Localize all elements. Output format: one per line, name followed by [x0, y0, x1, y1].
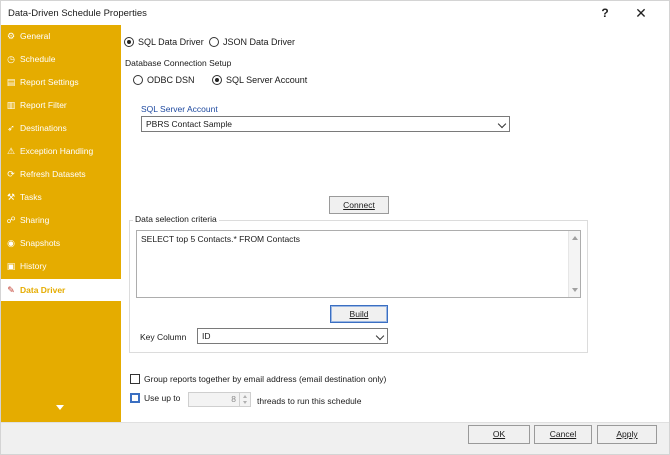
use-up-to-checkbox[interactable]: Use up to — [130, 393, 180, 403]
report-settings-icon: ▤ — [6, 76, 16, 87]
sql-server-account-radio[interactable]: SQL Server Account — [212, 75, 307, 85]
sidebar-item-snapshots[interactable]: ◉ Snapshots — [1, 232, 121, 254]
history-icon: ▣ — [6, 260, 16, 271]
threads-spinner[interactable]: 8 — [188, 392, 251, 407]
account-select-value: PBRS Contact Sample — [146, 119, 232, 129]
sidebar-item-label: Schedule — [20, 54, 56, 64]
cancel-button-label: Cancel — [549, 429, 577, 439]
refresh-icon: ⟳ — [7, 168, 15, 179]
chevron-down-icon — [497, 119, 507, 129]
sql-server-account-select[interactable]: PBRS Contact Sample — [141, 116, 510, 132]
destinations-icon: ➶ — [7, 122, 15, 133]
camera-icon: ◉ — [7, 237, 15, 248]
sql-data-driver-label: SQL Data Driver — [138, 37, 204, 47]
chevron-down-icon[interactable] — [56, 405, 64, 410]
spin-up-icon[interactable] — [243, 395, 247, 398]
sidebar-item-label: Tasks — [20, 192, 42, 202]
threads-value: 8 — [231, 394, 236, 404]
radio-dot — [124, 37, 134, 47]
properties-panel: SQL Data Driver JSON Data Driver Databas… — [121, 25, 669, 422]
window-title: Data-Driven Schedule Properties — [8, 8, 147, 19]
checkbox-box — [130, 374, 140, 384]
sidebar-item-label: Sharing — [20, 215, 50, 225]
data-selection-group-title: Data selection criteria — [133, 214, 219, 224]
filter-icon: ▥ — [6, 99, 16, 110]
connection-section-label: Database Connection Setup — [125, 58, 232, 68]
ok-button-label: OK — [492, 429, 506, 439]
json-data-driver-label: JSON Data Driver — [223, 37, 296, 47]
account-field-label: SQL Server Account — [141, 104, 218, 114]
ok-button[interactable]: OK — [468, 425, 530, 444]
chevron-down-icon — [375, 331, 385, 341]
sharing-icon: ☍ — [6, 214, 16, 225]
key-column-label: Key Column — [140, 332, 187, 342]
connect-button-label: Connect — [343, 200, 375, 210]
odbc-dsn-radio[interactable]: ODBC DSN — [133, 75, 195, 85]
gear-icon: ⚙ — [6, 30, 16, 41]
sidebar-item-tasks[interactable]: ⚒ Tasks — [1, 186, 121, 208]
connect-button[interactable]: Connect — [329, 196, 389, 214]
radio-dot — [133, 75, 143, 85]
spin-down-icon[interactable] — [243, 401, 247, 404]
odbc-dsn-label: ODBC DSN — [147, 75, 195, 85]
checkbox-box — [130, 393, 140, 403]
sidebar-item-label: General — [20, 31, 51, 41]
dialog-footer: OK Cancel Apply — [1, 422, 669, 454]
sidebar-item-refresh-datasets[interactable]: ⟳ Refresh Datasets — [1, 163, 121, 185]
sidebar-item-label: Data Driver — [20, 285, 66, 295]
sidebar-item-exception-handling[interactable]: ⚠ Exception Handling — [1, 140, 121, 162]
radio-dot — [212, 75, 222, 85]
key-column-value: ID — [202, 331, 211, 341]
query-scrollbar[interactable] — [568, 231, 580, 297]
threads-suffix-label: threads to run this schedule — [257, 396, 362, 406]
tasks-icon: ⚒ — [6, 191, 16, 202]
sidebar-item-general[interactable]: ⚙ General — [1, 25, 121, 47]
radio-dot — [209, 37, 219, 47]
sidebar-item-destinations[interactable]: ➶ Destinations — [1, 117, 121, 139]
data-driver-icon: ✎ — [7, 284, 15, 295]
sidebar-item-label: Exception Handling — [20, 146, 94, 156]
title-bar: Data-Driven Schedule Properties ? ✕ — [1, 1, 669, 25]
sidebar-item-data-driver[interactable]: ✎ Data Driver — [1, 279, 121, 301]
use-up-to-label: Use up to — [144, 393, 181, 403]
sidebar-item-label: Snapshots — [20, 238, 61, 248]
sidebar-item-history[interactable]: ▣ History — [1, 255, 121, 277]
cancel-button[interactable]: Cancel — [534, 425, 592, 444]
dialog-window: Data-Driven Schedule Properties ? ✕ ⚙ Ge… — [0, 0, 670, 455]
key-column-select[interactable]: ID — [197, 328, 388, 344]
build-button-label: Build — [349, 309, 369, 319]
query-text: SELECT top 5 Contacts.* FROM Contacts — [141, 234, 301, 244]
sidebar-item-label: Refresh Datasets — [20, 169, 86, 179]
group-reports-checkbox[interactable]: Group reports together by email address … — [130, 374, 386, 384]
warning-icon: ⚠ — [6, 145, 16, 156]
sidebar-item-label: Report Filter — [20, 100, 67, 110]
sidebar-item-report-filter[interactable]: ▥ Report Filter — [1, 94, 121, 116]
sidebar: ⚙ General ◷ Schedule ▤ Report Settings ▥… — [1, 25, 121, 422]
sql-data-driver-radio[interactable]: SQL Data Driver — [124, 37, 204, 47]
scroll-down-icon[interactable] — [572, 288, 578, 292]
close-button[interactable]: ✕ — [629, 3, 653, 23]
sidebar-item-label: Report Settings — [20, 77, 79, 87]
json-data-driver-radio[interactable]: JSON Data Driver — [209, 37, 295, 47]
query-textarea[interactable]: SELECT top 5 Contacts.* FROM Contacts — [136, 230, 581, 298]
apply-button[interactable]: Apply — [597, 425, 657, 444]
clock-icon: ◷ — [7, 53, 15, 64]
sidebar-item-label: Destinations — [20, 123, 67, 133]
apply-button-label: Apply — [616, 429, 638, 439]
group-reports-label: Group reports together by email address … — [144, 374, 387, 384]
sql-server-account-label: SQL Server Account — [226, 75, 308, 85]
scroll-up-icon[interactable] — [572, 236, 578, 240]
spinner-arrows[interactable] — [239, 393, 250, 406]
sidebar-item-report-settings[interactable]: ▤ Report Settings — [1, 71, 121, 93]
sidebar-item-label: History — [20, 261, 47, 271]
build-button[interactable]: Build — [330, 305, 388, 323]
sidebar-item-sharing[interactable]: ☍ Sharing — [1, 209, 121, 231]
help-button[interactable]: ? — [593, 3, 617, 23]
sidebar-item-schedule[interactable]: ◷ Schedule — [1, 48, 121, 70]
